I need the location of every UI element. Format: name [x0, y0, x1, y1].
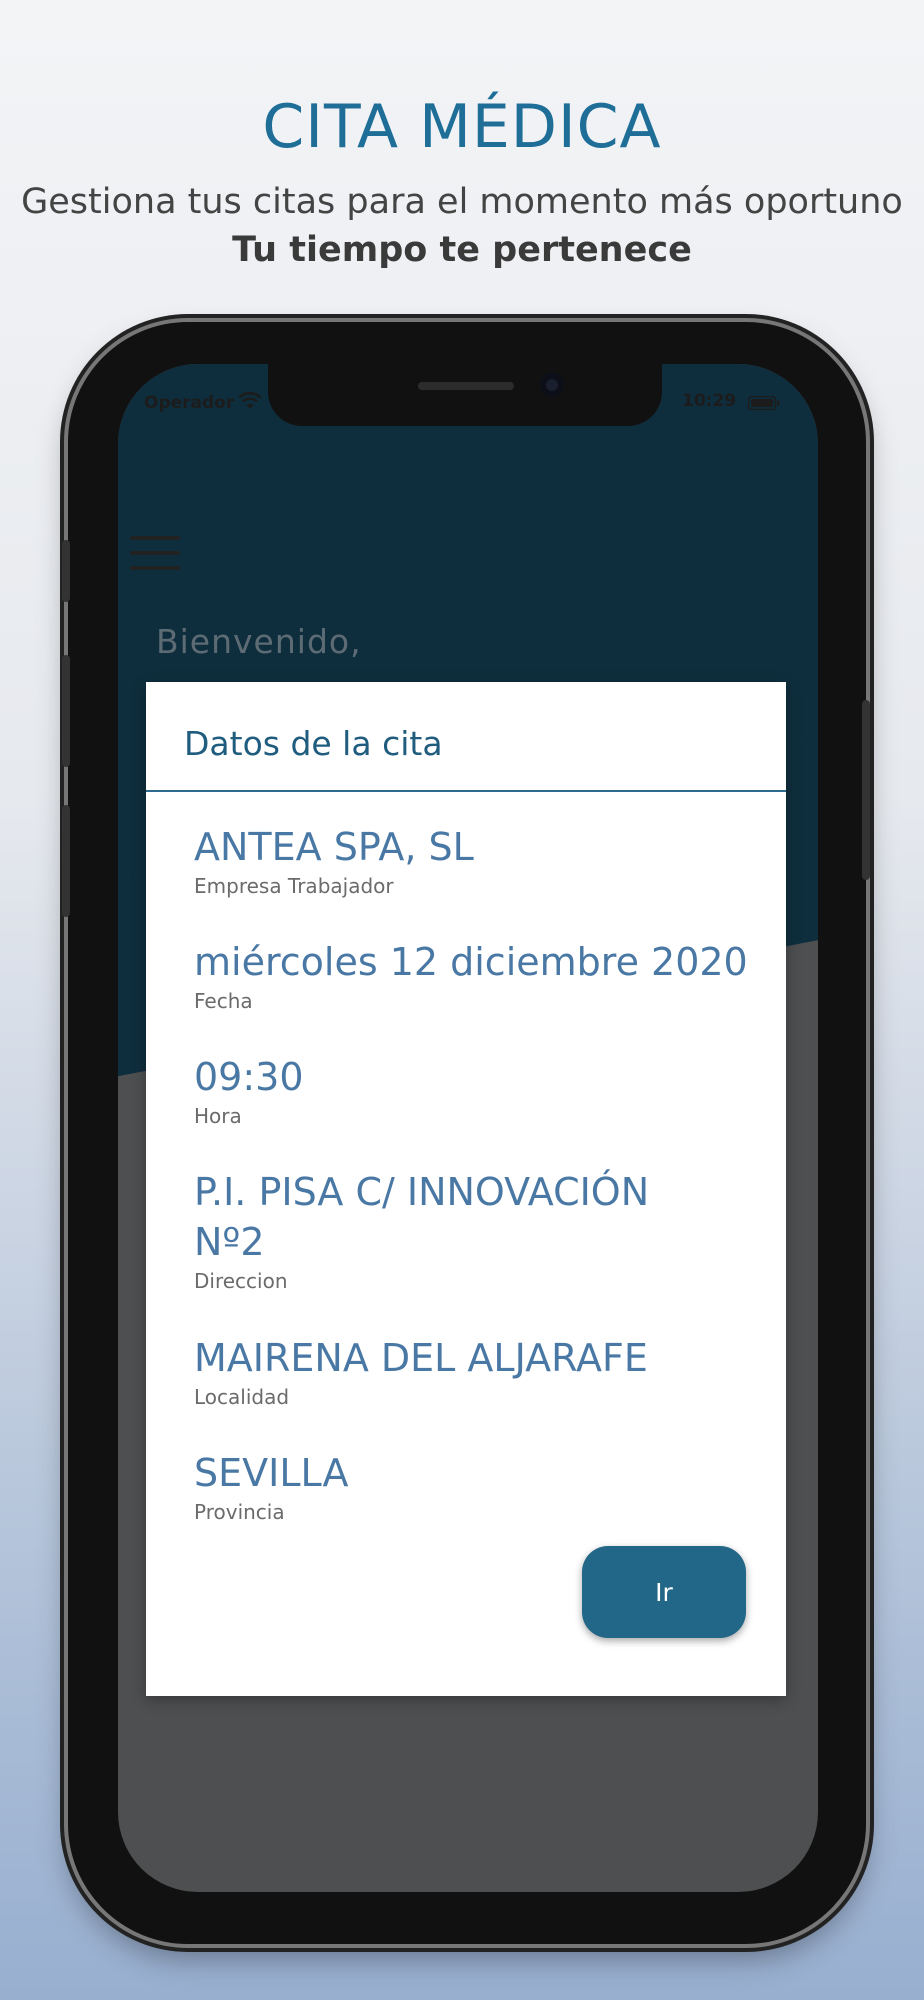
field-province-label: Provincia: [194, 1500, 285, 1524]
promo-headline: CITA MÉDICA: [262, 92, 662, 162]
field-time-value: 09:30: [194, 1055, 304, 1099]
dialog-title: Datos de la cita: [184, 724, 443, 763]
field-date-label: Fecha: [194, 989, 253, 1013]
field-company: ANTEA SPA, SL Empresa Trabajador: [194, 822, 474, 898]
appointment-dialog: Datos de la cita ANTEA SPA, SL Empresa T…: [146, 682, 786, 1696]
status-time: 10:29: [682, 391, 737, 411]
field-province: SEVILLA Provincia: [194, 1448, 349, 1524]
phone-volume-up-button: [62, 655, 70, 767]
field-address-value: P.I. PISA C/ INNOVACIÓN: [194, 1170, 650, 1214]
phone-notch: [268, 364, 662, 426]
field-date-value: miércoles 12 diciembre 2020: [194, 940, 748, 984]
field-locality-label: Localidad: [194, 1385, 290, 1409]
field-date: miércoles 12 diciembre 2020 Fecha: [194, 937, 748, 1013]
phone-power-button: [862, 700, 870, 880]
hamburger-menu-icon[interactable]: [130, 536, 180, 576]
field-address: P.I. PISA C/ INNOVACIÓN Nº2 Direccion: [194, 1167, 649, 1293]
field-company-label: Empresa Trabajador: [194, 874, 394, 898]
battery-icon: [748, 396, 780, 410]
field-locality: MAIRENA DEL ALJARAFE Localidad: [194, 1333, 648, 1409]
promo-tagline: Gestiona tus citas para el momento más o…: [21, 182, 903, 222]
field-province-value: SEVILLA: [194, 1451, 349, 1495]
promo-tagline-strong: Tu tiempo te pertenece: [232, 230, 692, 270]
field-address-value-line2: Nº2: [194, 1220, 265, 1264]
field-address-label: Direccion: [194, 1269, 288, 1293]
phone-camera: [540, 373, 564, 397]
phone-side-button: [62, 540, 70, 602]
field-time: 09:30 Hora: [194, 1052, 304, 1128]
status-carrier: Operador: [144, 393, 235, 413]
phone-speaker: [418, 382, 514, 390]
field-time-label: Hora: [194, 1104, 242, 1128]
menu-icon-bar: [130, 536, 180, 540]
menu-icon-bar: [130, 566, 180, 570]
menu-icon-bar: [130, 551, 180, 555]
welcome-text: Bienvenido,: [156, 622, 362, 661]
dialog-divider: [146, 790, 786, 792]
wifi-icon: [238, 391, 262, 409]
phone-volume-down-button: [62, 805, 70, 917]
field-company-value: ANTEA SPA, SL: [194, 825, 474, 869]
go-button[interactable]: Ir: [582, 1546, 746, 1638]
field-locality-value: MAIRENA DEL ALJARAFE: [194, 1336, 648, 1380]
